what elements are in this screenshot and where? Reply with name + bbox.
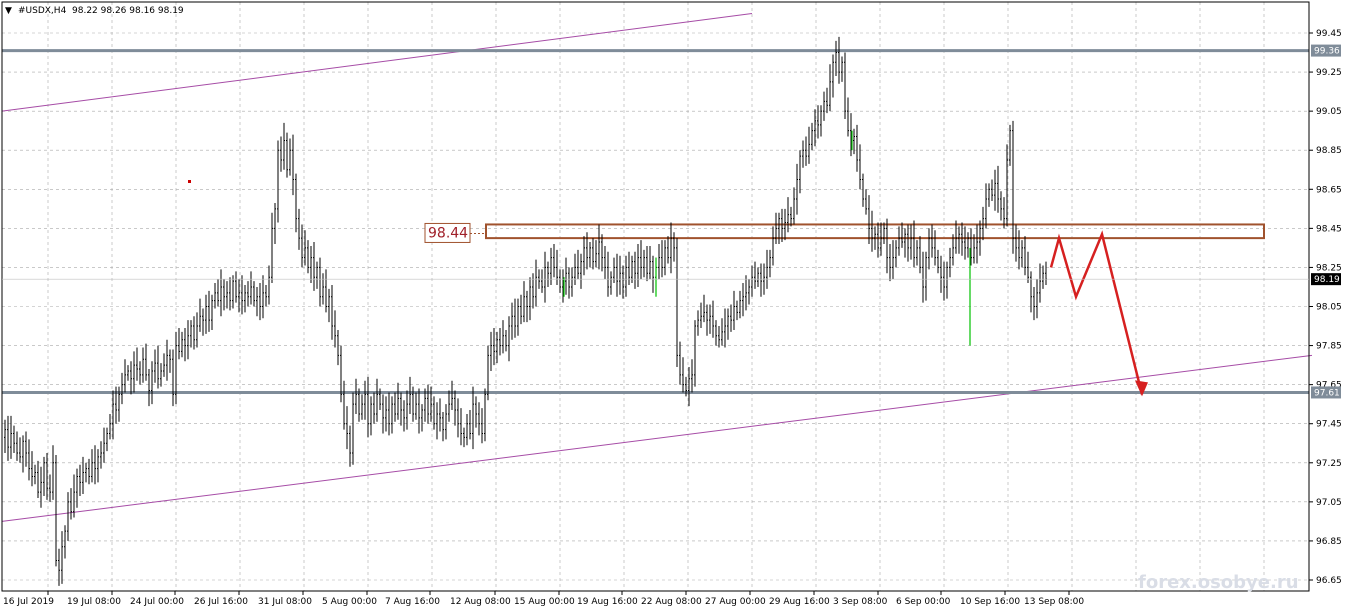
x-tick-label: 27 Aug 00:00 (705, 597, 766, 607)
y-tick-label: 97.05 (1316, 498, 1342, 508)
current-price-tag-text: 98.19 (1314, 275, 1340, 285)
x-tick-label: 10 Sep 16:00 (960, 597, 1020, 607)
x-tick-label: 29 Aug 16:00 (769, 597, 830, 607)
y-tick-label: 96.85 (1316, 537, 1342, 547)
level-price-tag-text: 99.36 (1314, 47, 1340, 57)
x-tick-label: 24 Jul 00:00 (130, 597, 184, 607)
y-tick-label: 98.05 (1316, 303, 1342, 313)
y-tick-label: 96.65 (1316, 576, 1342, 586)
x-tick-label: 19 Jul 08:00 (67, 597, 121, 607)
y-tick-label: 98.65 (1316, 185, 1342, 195)
y-tick-label: 99.45 (1316, 29, 1342, 39)
x-tick-label: 26 Jul 16:00 (194, 597, 248, 607)
y-tick-label: 98.25 (1316, 263, 1342, 273)
x-tick-label: 12 Aug 08:00 (450, 597, 511, 607)
y-tick-label: 99.05 (1316, 107, 1342, 117)
chart-background (0, 0, 1350, 611)
x-tick-label: 22 Aug 08:00 (641, 597, 702, 607)
chart-title: ▼ #USDX,H4 98.22 98.26 98.16 98.19 (5, 6, 184, 16)
x-tick-label: 16 Jul 2019 (3, 597, 54, 607)
zone-price-label: 98.44 (428, 225, 468, 241)
level-price-tag-text: 97.61 (1314, 388, 1340, 398)
x-tick-label: 3 Sep 08:00 (833, 597, 888, 607)
ohlc-label: 98.22 98.26 98.16 98.19 (72, 6, 184, 16)
y-tick-label: 97.25 (1316, 459, 1342, 469)
y-tick-label: 99.25 (1316, 68, 1342, 78)
y-tick-label: 98.45 (1316, 224, 1342, 234)
symbol-label: #USDX,H4 (18, 6, 67, 16)
x-tick-label: 7 Aug 16:00 (385, 597, 440, 607)
watermark: forex.osobye.ru (1138, 572, 1299, 593)
x-tick-label: 13 Sep 08:00 (1024, 597, 1084, 607)
marker-dot (188, 180, 191, 183)
price-chart[interactable]: 98.44 99.45 99.25 99.05 98.85 98.65 98.45 98.2… (0, 0, 1350, 611)
y-tick-label: 97.85 (1316, 342, 1342, 352)
y-tick-label: 98.85 (1316, 146, 1342, 156)
dropdown-arrow-icon[interactable]: ▼ (5, 6, 12, 16)
x-tick-label: 5 Aug 00:00 (322, 597, 377, 607)
x-tick-label: 19 Aug 16:00 (577, 597, 638, 607)
x-tick-label: 6 Sep 00:00 (896, 597, 951, 607)
y-tick-label: 97.45 (1316, 420, 1342, 430)
x-tick-label: 31 Jul 08:00 (258, 597, 312, 607)
x-tick-label: 15 Aug 00:00 (514, 597, 575, 607)
